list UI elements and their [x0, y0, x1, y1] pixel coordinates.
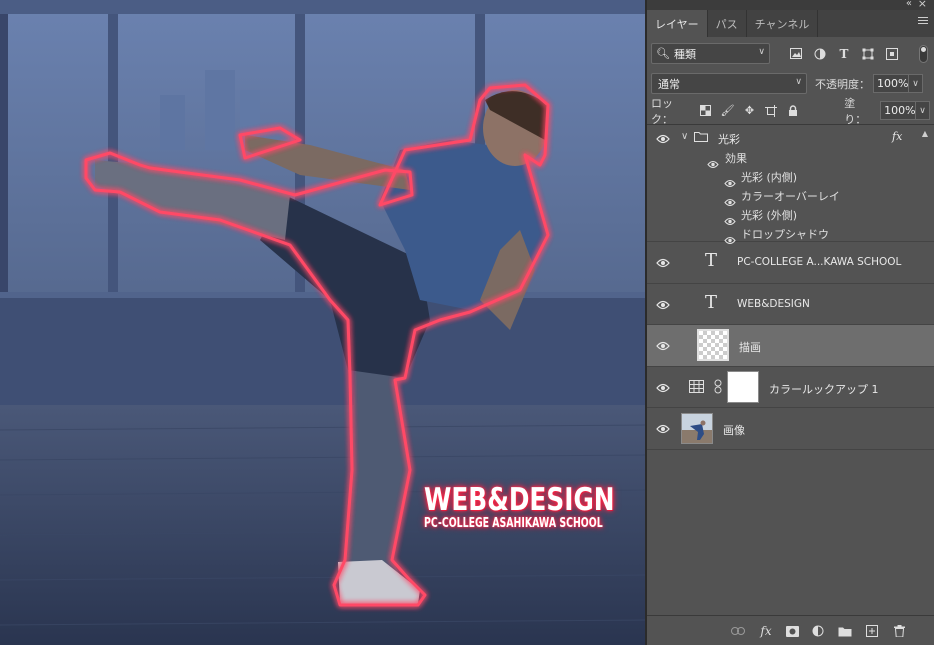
visibility-eye-icon[interactable] — [656, 300, 670, 310]
layer-name[interactable]: 画像 — [723, 422, 745, 438]
effect-inner-glow[interactable]: 光彩 (内側) — [741, 169, 797, 185]
lock-label: ロック： — [651, 96, 673, 126]
layer-name[interactable]: WEB&DESIGN — [737, 298, 810, 310]
chevron-down-icon: ∨ — [795, 77, 802, 87]
color-lookup-grid-icon — [689, 380, 704, 396]
new-adjustment-layer-icon[interactable] — [811, 624, 825, 638]
new-group-folder-icon[interactable] — [838, 624, 852, 638]
effect-drop-shadow[interactable]: ドロップシャドウ — [741, 226, 829, 242]
filter-shape-icon[interactable] — [860, 46, 876, 62]
blend-mode-select[interactable]: 通常 ∨ — [651, 73, 807, 94]
delete-layer-trash-icon[interactable] — [892, 624, 906, 638]
opacity-input[interactable]: 100% — [873, 74, 909, 93]
close-panel-icon[interactable]: × — [918, 0, 927, 10]
lock-fill-row: ロック： 🖌︎ ✥ 塗り： 100% ∨ — [647, 96, 934, 126]
tab-layers[interactable]: レイヤー — [647, 10, 708, 37]
lock-artboard-icon[interactable] — [764, 104, 778, 118]
visibility-eye-icon[interactable] — [656, 341, 670, 351]
lock-image-pixels-icon[interactable]: 🖌︎ — [721, 104, 735, 118]
visibility-eye-icon[interactable] — [656, 258, 670, 268]
collapse-panel-icon[interactable]: « — [906, 0, 912, 9]
filter-kind-label: 種類 — [673, 47, 696, 61]
new-layer-icon[interactable] — [865, 624, 879, 638]
fill-input[interactable]: 100% — [880, 101, 917, 120]
filter-kind-select[interactable]: 🔍︎ 種類 ∨ — [651, 43, 770, 64]
effects-visibility-eye-icon[interactable] — [707, 154, 719, 168]
effect-eye-icon[interactable] — [724, 173, 736, 187]
layer-row-image[interactable]: 画像 — [647, 408, 934, 450]
layer-name[interactable]: 描画 — [739, 339, 761, 355]
layer-image-thumbnail[interactable] — [681, 413, 713, 444]
layer-filter-row: 🔍︎ 種類 ∨ T — [647, 37, 934, 70]
layer-row-color-lookup[interactable]: カラールックアップ 1 — [647, 367, 934, 408]
effect-color-overlay[interactable]: カラーオーバーレイ — [741, 188, 840, 204]
opacity-dropdown-icon[interactable]: ∨ — [909, 74, 923, 93]
layer-row-text-web-design[interactable]: T WEB&DESIGN — [647, 284, 934, 325]
canvas-artwork — [0, 0, 645, 645]
filter-pixel-icon[interactable] — [788, 46, 804, 62]
folder-icon — [694, 131, 708, 145]
text-layer-icon: T — [705, 250, 718, 271]
opacity-label: 不透明度： — [815, 77, 870, 91]
mask-link-chain-icon[interactable] — [714, 379, 722, 397]
lock-transparent-pixels-icon[interactable] — [699, 104, 713, 118]
layers-bottom-toolbar: fx — [647, 615, 934, 645]
group-expand-chevron-icon[interactable]: ∨ — [681, 131, 688, 142]
layers-list: ▲ ∨ 光彩 fx 効果 光彩 (内側) カラーオーバーレイ 光彩 (外側) ド… — [647, 125, 934, 599]
lock-all-icon[interactable] — [786, 104, 800, 118]
filter-toggle-switch[interactable] — [919, 45, 928, 63]
layers-panel: « × レイヤー パス チャンネル 🔍︎ 種類 ∨ T 通常 ∨ 不透明度： 1… — [645, 0, 934, 645]
document-canvas[interactable]: WEB&DESIGN PC-COLLEGE ASAHIKAWA SCHOOL — [0, 0, 645, 645]
photoshop-window: WEB&DESIGN PC-COLLEGE ASAHIKAWA SCHOOL «… — [0, 0, 934, 645]
fill-label: 塗り： — [844, 96, 867, 126]
link-layers-icon[interactable] — [731, 624, 745, 638]
visibility-eye-icon[interactable] — [656, 424, 670, 434]
effect-eye-icon[interactable] — [724, 230, 736, 244]
text-layer-icon: T — [705, 292, 718, 313]
watermark-subtitle: PC-COLLEGE ASAHIKAWA SCHOOL — [424, 516, 603, 531]
effects-label: 効果 — [725, 152, 747, 165]
filter-adjustment-icon[interactable] — [812, 46, 828, 62]
layer-name[interactable]: PC-COLLEGE A...KAWA SCHOOL — [737, 256, 901, 268]
blend-mode-value: 通常 — [658, 77, 680, 91]
layer-row-group-glow[interactable]: ∨ 光彩 fx 効果 光彩 (内側) カラーオーバーレイ 光彩 (外側) ドロッ… — [647, 125, 934, 244]
effect-outer-glow[interactable]: 光彩 (外側) — [741, 207, 797, 223]
visibility-eye-icon[interactable] — [656, 134, 670, 144]
effect-eye-icon[interactable] — [724, 211, 736, 225]
search-icon: 🔍︎ — [656, 47, 670, 60]
filter-smart-object-icon[interactable] — [884, 46, 900, 62]
blend-opacity-row: 通常 ∨ 不透明度： 100% ∨ — [647, 70, 934, 97]
add-layer-style-fx-icon[interactable]: fx — [759, 624, 773, 638]
layer-effects-fx-icon[interactable]: fx — [892, 130, 902, 143]
visibility-eye-icon[interactable] — [656, 383, 670, 393]
layer-row-drawing[interactable]: 描画 — [647, 325, 934, 367]
filter-type-icon[interactable]: T — [836, 46, 852, 62]
layer-name[interactable]: カラールックアップ 1 — [769, 381, 879, 397]
tab-paths[interactable]: パス — [708, 10, 747, 37]
panel-menu-icon[interactable] — [918, 17, 928, 26]
layer-name[interactable]: 光彩 — [718, 131, 740, 147]
fill-dropdown-icon[interactable]: ∨ — [916, 101, 930, 120]
lock-position-icon[interactable]: ✥ — [743, 104, 757, 118]
panel-tabs: レイヤー パス チャンネル — [647, 10, 934, 37]
layer-row-text-school[interactable]: T PC-COLLEGE A...KAWA SCHOOL — [647, 242, 934, 284]
effect-eye-icon[interactable] — [724, 192, 736, 206]
layer-mask-thumbnail[interactable] — [727, 371, 759, 403]
tab-channels[interactable]: チャンネル — [747, 10, 819, 37]
watermark-title: WEB&DESIGN — [424, 482, 615, 518]
add-mask-icon[interactable] — [785, 624, 799, 638]
panel-header-strip: « × — [647, 0, 934, 10]
chevron-down-icon: ∨ — [758, 47, 765, 57]
layer-thumbnail-transparent[interactable] — [697, 329, 729, 361]
